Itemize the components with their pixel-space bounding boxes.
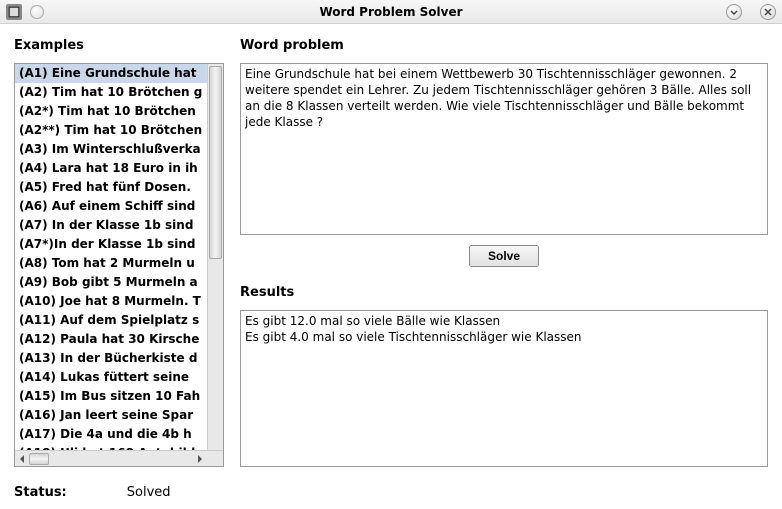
list-item[interactable]: (A17) Die 4a und die 4b h (15, 425, 207, 444)
examples-horizontal-scrollbar[interactable] (15, 450, 223, 466)
solve-button[interactable]: Solve (469, 245, 539, 267)
list-item[interactable]: (A14) Lukas füttert seine (15, 368, 207, 387)
status-label: Status: (14, 485, 67, 500)
right-pane: Word problem Eine Grundschule hat bei ei… (240, 38, 768, 467)
examples-vertical-scrollbar[interactable] (207, 64, 223, 450)
list-item[interactable]: (A11) Auf dem Spielplatz s (15, 311, 207, 330)
list-item[interactable]: (A7) In der Klasse 1b sind (15, 216, 207, 235)
results-textarea[interactable]: Es gibt 12.0 mal so viele Bälle wie Klas… (240, 310, 768, 467)
titlebar: Word Problem Solver (0, 0, 782, 24)
list-item[interactable]: (A5) Fred hat fünf Dosen. (15, 178, 207, 197)
list-item[interactable]: (A9) Bob gibt 5 Murmeln a (15, 273, 207, 292)
list-item[interactable]: (A15) Im Bus sitzen 10 Fah (15, 387, 207, 406)
list-item[interactable]: (A4) Lara hat 18 Euro in ih (15, 159, 207, 178)
list-item[interactable]: (A7*)In der Klasse 1b sind (15, 235, 207, 254)
app-icon (6, 4, 22, 20)
scrollbar-track[interactable] (29, 452, 193, 466)
list-item[interactable]: (A10) Joe hat 8 Murmeln. T (15, 292, 207, 311)
examples-list: (A1) Eine Grundschule hat(A2) Tim hat 10… (14, 63, 224, 467)
examples-list-items[interactable]: (A1) Eine Grundschule hat(A2) Tim hat 10… (15, 64, 207, 450)
close-button[interactable] (760, 4, 776, 20)
word-problem-label: Word problem (240, 38, 768, 53)
scroll-left-icon[interactable] (15, 452, 29, 466)
scroll-right-icon[interactable] (193, 452, 207, 466)
list-item[interactable]: (A2) Tim hat 10 Brötchen g (15, 83, 207, 102)
list-item[interactable]: (A3) Im Winterschlußverka (15, 140, 207, 159)
examples-pane: Examples (A1) Eine Grundschule hat(A2) T… (14, 38, 224, 467)
status-value: Solved (127, 485, 171, 500)
list-item[interactable]: (A8) Tom hat 2 Murmeln u (15, 254, 207, 273)
list-item[interactable]: (A1) Eine Grundschule hat (15, 64, 207, 83)
list-item[interactable]: (A2*) Tim hat 10 Brötchen (15, 102, 207, 121)
content-area: Examples (A1) Eine Grundschule hat(A2) T… (0, 24, 782, 475)
statusbar: Status: Solved (0, 475, 782, 509)
scrollbar-thumb[interactable] (209, 66, 222, 259)
window-title: Word Problem Solver (319, 5, 462, 19)
list-item[interactable]: (A12) Paula hat 30 Kirsche (15, 330, 207, 349)
list-item[interactable]: (A13) In der Bücherkiste d (15, 349, 207, 368)
list-item[interactable]: (A2**) Tim hat 10 Brötchen (15, 121, 207, 140)
word-problem-textarea[interactable]: Eine Grundschule hat bei einem Wettbewer… (240, 63, 768, 235)
results-label: Results (240, 285, 768, 300)
list-item[interactable]: (A6) Auf einem Schiff sind (15, 197, 207, 216)
list-item[interactable]: (A16) Jan leert seine Spar (15, 406, 207, 425)
minimize-button[interactable] (726, 4, 742, 20)
window-menu-icon[interactable] (30, 5, 44, 19)
scrollbar-thumb[interactable] (29, 453, 49, 465)
examples-label: Examples (14, 38, 224, 53)
